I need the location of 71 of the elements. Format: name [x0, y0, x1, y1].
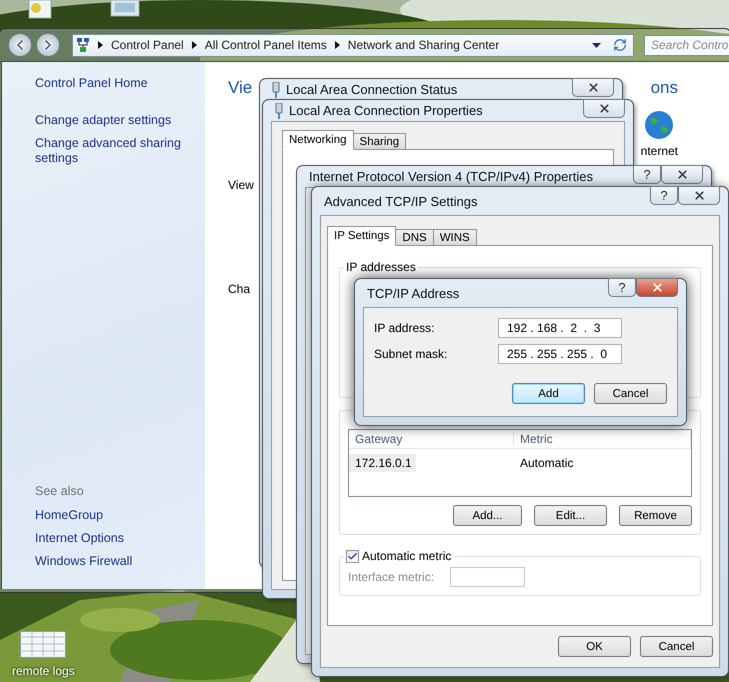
group-title: IP addresses [345, 260, 417, 274]
checkbox-label[interactable]: Automatic metric [362, 549, 452, 563]
column-header[interactable]: Gateway [349, 432, 514, 446]
globe-icon[interactable] [644, 110, 674, 140]
refresh-icon[interactable] [613, 38, 627, 52]
field-label: Subnet mask: [374, 347, 448, 361]
help-button[interactable]: ? [608, 278, 636, 297]
checkbox[interactable] [346, 550, 359, 562]
close-icon [586, 81, 600, 94]
dialog-button[interactable]: Cancel [594, 383, 667, 404]
table-cell[interactable]: Automatic [514, 454, 578, 472]
field-label: IP address: [374, 321, 436, 335]
tab[interactable]: DNS [395, 229, 434, 246]
chevron-icon [192, 41, 197, 49]
column-header[interactable]: Metric [514, 432, 691, 446]
page-heading: Vie [228, 78, 252, 98]
chevron-icon [98, 41, 103, 49]
see-also-heading: See also [35, 484, 85, 498]
close-icon [598, 102, 610, 115]
section-label: View [228, 178, 254, 192]
close-button[interactable] [661, 165, 703, 184]
close-button[interactable] [636, 278, 678, 297]
window-title: Local Area Connection Properties [289, 103, 483, 118]
sidebar-link[interactable]: Windows Firewall [35, 554, 185, 569]
dialog-button[interactable]: OK [558, 636, 631, 657]
breadcrumb-item[interactable]: All Control Panel Items [204, 38, 327, 52]
network-plug-icon [275, 102, 283, 118]
tab[interactable]: WINS [432, 229, 477, 246]
sidebar-link[interactable]: Control Panel Home [35, 76, 185, 91]
field-label: Interface metric: [348, 570, 434, 584]
help-button[interactable]: ? [633, 165, 661, 184]
close-button[interactable] [572, 78, 614, 97]
close-icon [650, 281, 664, 294]
file-icon[interactable] [28, 0, 52, 20]
window-title: Internet Protocol Version 4 (TCP/IPv4) Properties [309, 169, 593, 184]
breadcrumb-item[interactable]: Control Panel [111, 38, 184, 52]
table-cell[interactable]: 172.16.0.1 [349, 454, 416, 472]
section-label: Cha [228, 282, 250, 296]
tab[interactable]: IP Settings [327, 226, 396, 246]
network-icon [76, 37, 90, 53]
action-button[interactable]: Add... [453, 505, 522, 526]
action-button[interactable]: Remove [619, 505, 692, 526]
network-label: nternet [640, 144, 678, 158]
close-icon [692, 189, 706, 202]
dialog-button[interactable]: Cancel [640, 636, 713, 657]
tab[interactable]: Sharing [352, 133, 406, 150]
window-title: Advanced TCP/IP Settings [324, 194, 478, 208]
sidebar-link[interactable]: Change advanced sharing settings [35, 136, 185, 166]
tab[interactable]: Networking [282, 130, 354, 150]
action-button[interactable]: Edit... [534, 505, 607, 526]
dialog-button[interactable]: Add [512, 383, 585, 404]
window-title: TCP/IP Address [367, 286, 460, 300]
sidebar-link[interactable]: Change adapter settings [35, 113, 185, 128]
ip-address-field[interactable]: 255 . 255 . 255 . 0 [498, 344, 622, 364]
sidebar-link[interactable]: Internet Options [35, 531, 185, 546]
file-icon[interactable] [110, 0, 140, 18]
network-plug-icon [272, 82, 280, 98]
window-title: Local Area Connection Status [286, 82, 458, 97]
ip-address-field[interactable]: 192 . 168 . 2 . 3 [498, 318, 622, 338]
page-heading: ons [650, 78, 678, 98]
sidebar-link[interactable]: HomeGroup [35, 508, 185, 523]
address-bar[interactable]: Control Panel All Control Panel Items Network and Sharing Center [72, 34, 634, 56]
dropdown-icon[interactable] [592, 42, 601, 48]
close-button[interactable] [583, 99, 625, 118]
breadcrumb-item[interactable]: Network and Sharing Center [348, 38, 500, 52]
help-button[interactable]: ? [650, 186, 678, 205]
gateway-list[interactable]: Gateway Metric 172.16.0.1 Automatic [348, 429, 692, 497]
close-button[interactable] [678, 186, 720, 205]
close-icon [676, 168, 688, 181]
spreadsheet-icon[interactable] [20, 631, 66, 658]
chevron-icon [334, 41, 340, 49]
